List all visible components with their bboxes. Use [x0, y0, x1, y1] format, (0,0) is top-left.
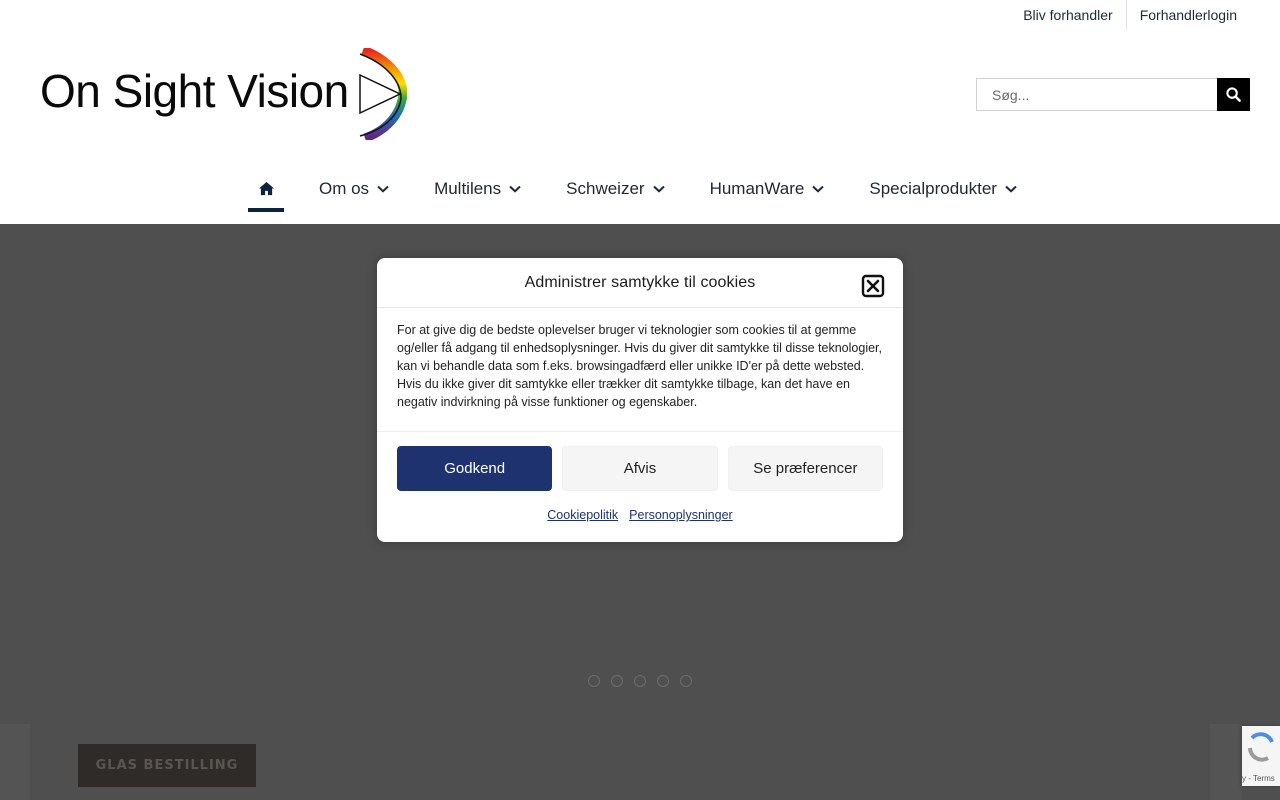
nav-home[interactable]	[248, 168, 284, 212]
privacy-link[interactable]: Personoplysninger	[629, 508, 733, 522]
logo-text: On Sight Vision	[40, 65, 349, 117]
nav-item-label: Schweizer	[566, 179, 645, 198]
chevron-down-icon	[377, 185, 389, 193]
nav-item-label: Specialprodukter	[869, 179, 997, 198]
chevron-down-icon	[812, 185, 825, 193]
site-logo[interactable]: On Sight Vision	[40, 48, 407, 140]
search-form	[976, 78, 1250, 111]
recaptcha-terms: y - Terms	[1242, 774, 1275, 783]
cookie-policy-link[interactable]: Cookiepolitik	[547, 508, 618, 522]
recaptcha-icon	[1248, 732, 1274, 762]
cookie-consent-dialog: Administrer samtykke til cookies For at …	[377, 258, 903, 542]
side-panel-left	[0, 724, 30, 800]
become-dealer-link[interactable]: Bliv forhandler	[1010, 0, 1126, 30]
recaptcha-badge[interactable]: y - Terms	[1242, 726, 1280, 786]
home-icon	[258, 181, 274, 196]
slider-pagination	[588, 675, 692, 687]
nav-item-label: Multilens	[434, 179, 502, 198]
search-icon	[1226, 87, 1241, 102]
accept-button[interactable]: Godkend	[397, 446, 553, 491]
main-nav: Om os Multilens Schweizer HumanWare Spec…	[248, 168, 1062, 212]
nav-item-schweizer[interactable]: Schweizer	[566, 168, 665, 210]
chevron-down-icon	[1005, 185, 1017, 193]
glas-bestilling-button[interactable]: GLAS BESTILLING	[78, 744, 256, 787]
search-input[interactable]	[976, 78, 1217, 111]
side-panel-right	[1210, 724, 1242, 800]
dialog-actions: Godkend Afvis Se præferencer	[377, 432, 903, 491]
deny-button[interactable]: Afvis	[562, 446, 718, 491]
slider-dot[interactable]	[657, 675, 669, 687]
top-bar: Bliv forhandler Forhandlerlogin	[1010, 0, 1250, 30]
search-button[interactable]	[1217, 78, 1250, 111]
nav-item-humanware[interactable]: HumanWare	[710, 168, 825, 210]
preferences-button[interactable]: Se præferencer	[727, 446, 884, 491]
slider-dot[interactable]	[588, 675, 600, 687]
dealer-login-link[interactable]: Forhandlerlogin	[1127, 0, 1250, 30]
dialog-title: Administrer samtykke til cookies	[524, 273, 756, 291]
nav-item-multilens[interactable]: Multilens	[434, 168, 521, 210]
slider-dot[interactable]	[634, 675, 646, 687]
slider-dot[interactable]	[680, 675, 692, 687]
dialog-header: Administrer samtykke til cookies	[377, 258, 903, 308]
nav-item-label: HumanWare	[709, 179, 805, 198]
close-icon[interactable]	[861, 274, 885, 298]
nav-item-label: Om os	[319, 179, 370, 198]
chevron-down-icon	[509, 185, 521, 193]
nav-item-specialprodukter[interactable]: Specialprodukter	[869, 168, 1017, 210]
nav-item-om-os[interactable]: Om os	[319, 168, 389, 210]
consent-message: For at give dig de bedste oplevelser bru…	[397, 323, 882, 409]
dialog-body: For at give dig de bedste oplevelser bru…	[377, 308, 903, 432]
logo-eye-icon	[358, 48, 407, 140]
chevron-down-icon	[652, 185, 665, 193]
dialog-links: Cookiepolitik Personoplysninger	[377, 508, 903, 522]
slider-dot[interactable]	[611, 675, 623, 687]
